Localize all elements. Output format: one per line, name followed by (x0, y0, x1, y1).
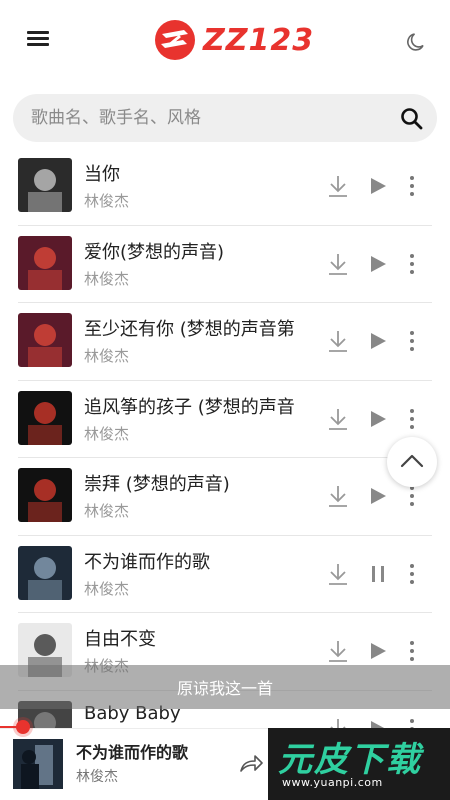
more-vertical-icon[interactable] (404, 407, 420, 431)
more-vertical-icon[interactable] (404, 174, 420, 198)
cover-art (18, 545, 72, 600)
song-cover[interactable] (18, 235, 72, 290)
more-vertical-icon[interactable] (404, 562, 420, 586)
song-cover[interactable] (18, 545, 72, 600)
song-cover[interactable] (18, 313, 72, 367)
more-vertical-icon[interactable] (404, 639, 420, 663)
cover-art (18, 313, 72, 367)
song-title[interactable]: 崇拜 (梦想的声音) (84, 470, 308, 496)
app-header: ZZ123 (0, 0, 450, 86)
watermark: 元皮下载 www.yuanpi.com (268, 728, 450, 800)
song-title[interactable]: 当你 (84, 160, 308, 186)
download-icon[interactable] (326, 484, 350, 508)
moon-icon[interactable] (404, 30, 428, 54)
scroll-top-button[interactable] (387, 437, 437, 487)
lyric-text: 原谅我这一首 (176, 679, 273, 698)
download-icon[interactable] (326, 407, 350, 431)
download-icon[interactable] (326, 174, 350, 198)
download-icon[interactable] (326, 252, 350, 276)
song-row[interactable]: 至少还有你 (梦想的声音第林俊杰 (0, 303, 450, 381)
search-input[interactable] (31, 94, 371, 142)
menu-icon[interactable] (26, 28, 54, 52)
song-row[interactable]: 爱你(梦想的声音) 林俊杰 (0, 226, 450, 304)
song-artist: 林俊杰 (84, 502, 130, 520)
player-title: 不为谁而作的歌 (76, 743, 189, 762)
song-cover[interactable] (18, 468, 72, 522)
more-vertical-icon[interactable] (404, 484, 420, 508)
download-icon[interactable] (326, 639, 350, 663)
song-title[interactable]: 不为谁而作的歌 (84, 548, 308, 574)
pause-icon[interactable] (368, 564, 388, 584)
player-cover-art (13, 739, 63, 789)
more-vertical-icon[interactable] (404, 329, 420, 353)
song-title[interactable]: 至少还有你 (梦想的声音第 (84, 315, 308, 341)
play-icon[interactable] (368, 409, 388, 429)
song-artist: 林俊杰 (84, 192, 130, 210)
lyric-overlay: 原谅我这一首 (0, 665, 450, 709)
song-row[interactable]: 当你 林俊杰 (0, 148, 450, 226)
cover-art (18, 390, 72, 445)
song-title[interactable]: 爱你(梦想的声音) (84, 238, 308, 264)
song-title[interactable]: 追风筝的孩子 (梦想的声音 (84, 393, 308, 419)
song-row[interactable]: 崇拜 (梦想的声音) 林俊杰 (0, 458, 450, 536)
player-artist: 林俊杰 (76, 769, 118, 785)
play-icon[interactable] (368, 641, 388, 661)
logo[interactable]: ZZ123 (153, 16, 314, 64)
song-artist: 林俊杰 (84, 347, 130, 365)
song-artist: 林俊杰 (84, 269, 130, 288)
cover-art (18, 468, 72, 522)
search-bar (13, 94, 437, 142)
chevron-up-icon (400, 454, 424, 468)
watermark-url: www.yuanpi.com (282, 776, 383, 789)
play-icon[interactable] (368, 486, 388, 506)
song-cover[interactable] (18, 158, 72, 212)
play-icon[interactable] (368, 176, 388, 196)
song-artist: 林俊杰 (84, 424, 130, 443)
song-title[interactable]: 自由不变 (84, 625, 308, 651)
song-row[interactable]: 追风筝的孩子 (梦想的声音林俊杰 (0, 381, 450, 459)
watermark-text: 元皮下载 (278, 740, 422, 780)
logo-text: ZZ123 (203, 22, 315, 58)
share-icon[interactable] (238, 751, 264, 777)
more-vertical-icon[interactable] (404, 252, 420, 276)
logo-mark-icon (155, 20, 195, 60)
song-artist: 林俊杰 (84, 579, 130, 598)
player-cover[interactable] (13, 739, 63, 789)
download-icon[interactable] (326, 329, 350, 353)
progress-handle[interactable] (16, 720, 30, 734)
search-icon[interactable] (399, 106, 425, 132)
cover-art (18, 158, 72, 212)
play-icon[interactable] (368, 331, 388, 351)
song-row[interactable]: 不为谁而作的歌林俊杰 (0, 536, 450, 614)
play-icon[interactable] (368, 254, 388, 274)
song-cover[interactable] (18, 390, 72, 445)
cover-art (18, 235, 72, 290)
download-icon[interactable] (326, 562, 350, 586)
